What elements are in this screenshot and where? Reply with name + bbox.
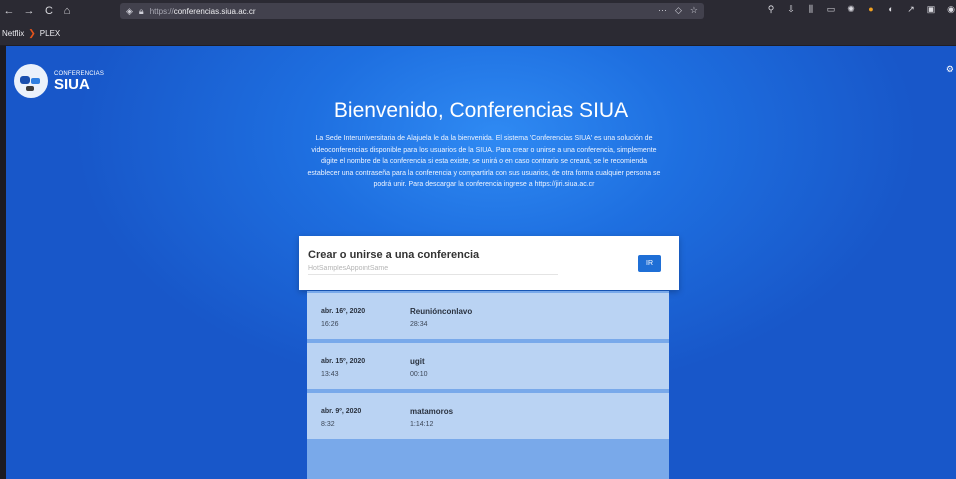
browser-toolbar: ← → C ⌂ ◈ 🔒︎ https://conferencias.siua.a… [0, 0, 956, 22]
conference-name-input[interactable] [308, 263, 558, 275]
lock-icon: 🔒︎ [138, 5, 144, 16]
conference-name: ugit [410, 357, 425, 366]
bookmarks-bar: Netflix ❯ PLEX [0, 22, 956, 46]
conference-date: abr. 9º, 2020 [321, 408, 362, 415]
url-text: https://conferencias.siua.ac.cr [149, 6, 256, 16]
conference-duration: 1:14:12 [410, 421, 434, 428]
conference-time: 8:32 [321, 421, 335, 428]
logo-text: CONFERENCIAS SIUA [54, 71, 104, 92]
bookmark-netflix[interactable]: Netflix [2, 29, 24, 38]
bookmark-star-icon[interactable]: ☆ [690, 5, 698, 16]
join-card-title: Crear o unirse a una conferencia [308, 249, 480, 261]
circle-icon[interactable]: ◉ [946, 4, 956, 15]
recent-conferences-list: abr. 16º, 2020 16:26 Reuniónconlavo 28:3… [307, 291, 669, 479]
home-icon[interactable]: ⌂ [60, 5, 74, 17]
bookmark-plex[interactable]: PLEX [40, 29, 60, 38]
pocket-icon[interactable]: ◇ [675, 5, 682, 16]
conference-date: abr. 15º, 2020 [321, 358, 366, 365]
welcome-description: La Sede Interuniversitaria de Alajuela l… [307, 135, 661, 188]
extension-icon[interactable]: ✺ [846, 4, 856, 15]
plex-icon: ❯ [28, 28, 36, 38]
conference-time: 16:26 [321, 321, 339, 328]
url-bar[interactable]: ◈ 🔒︎ https://conferencias.siua.ac.cr ···… [120, 3, 704, 19]
page-title: Bienvenido, Conferencias SIUA [333, 99, 629, 122]
list-item[interactable]: abr. 15º, 2020 13:43 ugit 00:10 [307, 343, 669, 389]
conference-name: matamoros [410, 407, 454, 416]
shield-icon: ◈ [126, 5, 133, 16]
page-background: CONFERENCIAS SIUA ⚙ Bienvenido, Conferen… [0, 46, 956, 479]
page-actions-icon[interactable]: ··· [658, 5, 667, 16]
join-conference-card: Crear o unirse a una conferencia IR [299, 236, 679, 290]
conference-date: abr. 16º, 2020 [321, 308, 366, 315]
download-icon[interactable]: ⇩ [786, 4, 796, 15]
color-icon[interactable]: ● [866, 4, 876, 15]
conference-time: 13:43 [321, 371, 339, 378]
logo-big-text: SIUA [54, 75, 90, 93]
extension-icons: ⚲ ⇩ ⫼ ▭ ✺ ● ◐ ↗ ▣ ◉ ✎ ■ [766, 4, 956, 15]
note-icon[interactable]: ▣ [926, 4, 936, 15]
share-icon[interactable]: ↗ [906, 4, 916, 15]
sidebar-icon[interactable]: ▭ [826, 4, 836, 15]
list-item[interactable]: abr. 9º, 2020 8:32 matamoros 1:14:12 [307, 393, 669, 439]
siua-logo[interactable]: CONFERENCIAS SIUA [14, 64, 104, 98]
go-button[interactable]: IR [638, 255, 661, 272]
logo-badge-icon [14, 64, 48, 98]
conference-duration: 00:10 [410, 371, 428, 378]
forward-icon[interactable]: → [22, 5, 36, 17]
list-item[interactable]: abr. 16º, 2020 16:26 Reuniónconlavo 28:3… [307, 293, 669, 339]
back-icon[interactable]: ← [2, 5, 16, 17]
reload-icon[interactable]: C [42, 5, 56, 17]
settings-icon[interactable]: ⚙ [946, 64, 954, 75]
conference-name: Reuniónconlavo [410, 307, 473, 316]
moon-icon[interactable]: ◐ [886, 4, 896, 15]
library-icon[interactable]: ⫼ [806, 4, 816, 15]
conference-duration: 28:34 [410, 321, 428, 328]
pin-icon[interactable]: ⚲ [766, 4, 776, 15]
